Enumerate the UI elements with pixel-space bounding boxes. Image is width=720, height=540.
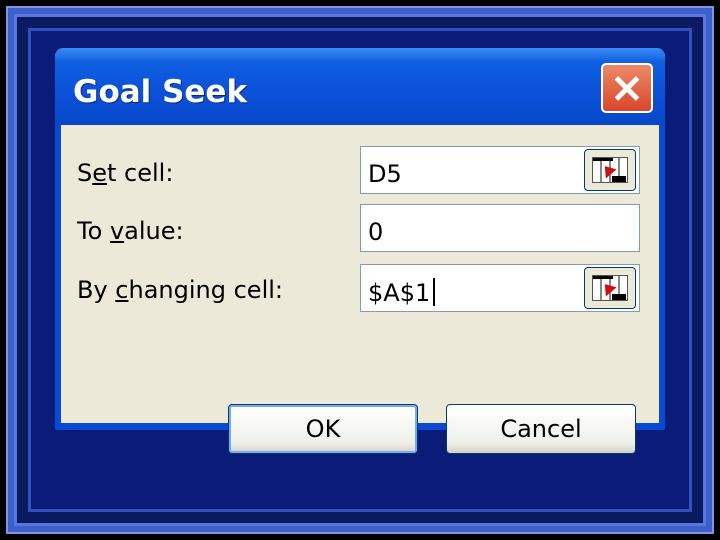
dialog-title: Goal Seek bbox=[73, 74, 248, 110]
to-value-value: 0 bbox=[368, 218, 384, 246]
changing-cell-value: $A$1 bbox=[368, 279, 431, 307]
text-cursor bbox=[433, 278, 436, 306]
set-cell-value: D5 bbox=[368, 160, 402, 188]
title-bar[interactable]: Goal Seek bbox=[55, 48, 665, 126]
goal-seek-dialog: Goal Seek Set cell: D5 To value: 0 By ch… bbox=[55, 48, 665, 454]
to-value-label: To value: bbox=[77, 217, 184, 245]
changing-cell-label: By changing cell: bbox=[77, 276, 283, 304]
grid-block-icon bbox=[612, 294, 626, 300]
set-cell-collapse-button[interactable] bbox=[584, 149, 636, 191]
to-value-input[interactable]: 0 bbox=[360, 204, 640, 252]
changing-cell-collapse-button[interactable] bbox=[584, 267, 636, 309]
ok-button[interactable]: OK bbox=[228, 404, 418, 454]
close-icon[interactable] bbox=[601, 63, 653, 113]
cancel-button[interactable]: Cancel bbox=[446, 404, 636, 454]
grid-block-icon bbox=[612, 176, 626, 182]
dialog-body: Set cell: D5 To value: 0 By changing cel… bbox=[61, 125, 659, 454]
set-cell-label: Set cell: bbox=[77, 159, 174, 187]
